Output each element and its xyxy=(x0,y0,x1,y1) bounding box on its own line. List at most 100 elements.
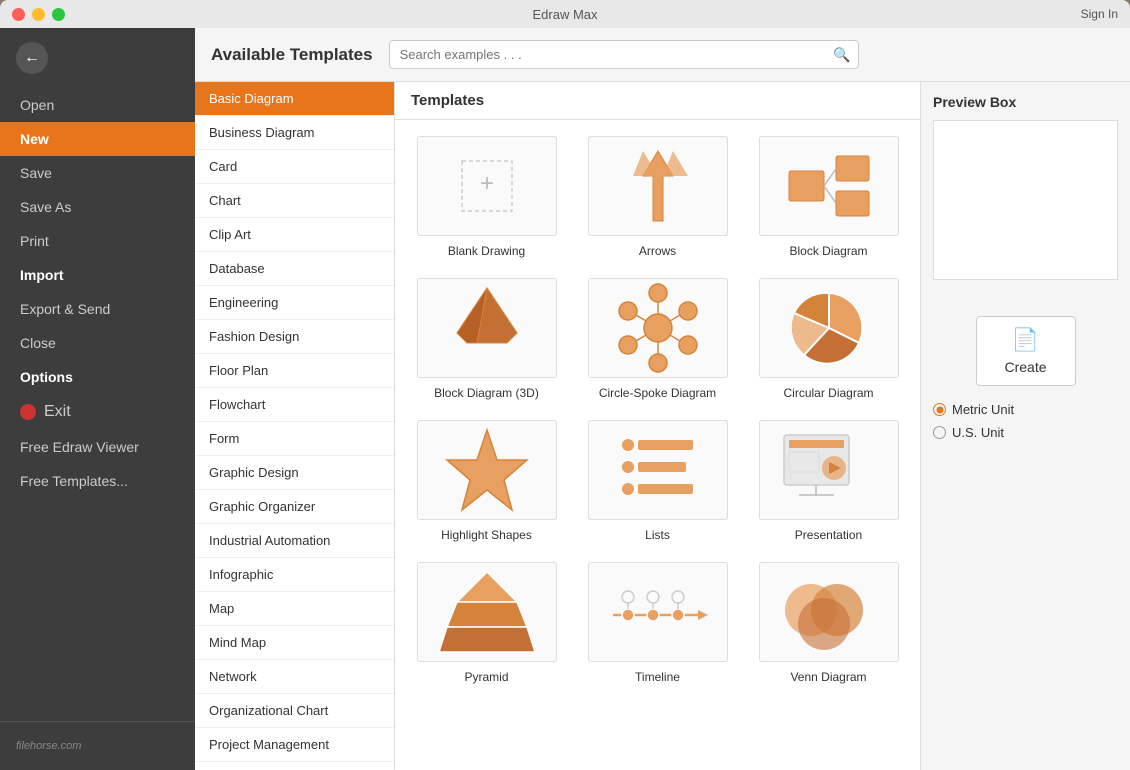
minimize-window-button[interactable] xyxy=(32,8,45,21)
category-item-graphic-design[interactable]: Graphic Design xyxy=(195,456,394,490)
category-item-mind-map[interactable]: Mind Map xyxy=(195,626,394,660)
category-item-chart[interactable]: Chart xyxy=(195,184,394,218)
category-item-form[interactable]: Form xyxy=(195,422,394,456)
template-label-highlight: Highlight Shapes xyxy=(441,528,532,542)
template-thumb-presentation xyxy=(759,420,899,520)
template-label-lists: Lists xyxy=(645,528,670,542)
preview-title: Preview Box xyxy=(933,94,1118,110)
category-item-map[interactable]: Map xyxy=(195,592,394,626)
template-thumb-circular xyxy=(759,278,899,378)
exit-icon xyxy=(20,404,36,420)
category-item-science[interactable]: Science xyxy=(195,762,394,770)
template-presentation[interactable]: Presentation xyxy=(753,420,904,542)
document-icon: 📄 xyxy=(1012,327,1039,353)
template-block-diagram-3d[interactable]: Block Diagram (3D) xyxy=(411,278,562,400)
back-button[interactable]: ← xyxy=(0,28,195,88)
back-circle-icon[interactable]: ← xyxy=(16,42,48,74)
category-item-clip-art[interactable]: Clip Art xyxy=(195,218,394,252)
template-pyramid[interactable]: Pyramid xyxy=(411,562,562,684)
search-bar: 🔍 xyxy=(389,40,859,69)
template-thumb-block3d xyxy=(417,278,557,378)
filehorse-logo: filehorse.com xyxy=(0,732,195,760)
sidebar-item-options[interactable]: Options xyxy=(0,360,195,394)
category-item-organizational-chart[interactable]: Organizational Chart xyxy=(195,694,394,728)
category-item-flowchart[interactable]: Flowchart xyxy=(195,388,394,422)
template-label-arrows: Arrows xyxy=(639,244,676,258)
category-item-network[interactable]: Network xyxy=(195,660,394,694)
template-thumb-venn xyxy=(759,562,899,662)
close-window-button[interactable] xyxy=(12,8,25,21)
template-label-block: Block Diagram xyxy=(789,244,867,258)
category-item-business-diagram[interactable]: Business Diagram xyxy=(195,116,394,150)
sidebar-item-open[interactable]: Open xyxy=(0,88,195,122)
sidebar-item-new[interactable]: New xyxy=(0,122,195,156)
template-circular-diagram[interactable]: Circular Diagram xyxy=(753,278,904,400)
template-highlight-shapes[interactable]: Highlight Shapes xyxy=(411,420,562,542)
us-label: U.S. Unit xyxy=(952,425,1004,440)
exit-label: Exit xyxy=(44,403,71,421)
template-label-venn: Venn Diagram xyxy=(790,670,866,684)
template-thumb-highlight xyxy=(417,420,557,520)
us-radio[interactable] xyxy=(933,426,946,439)
sidebar-item-save-as[interactable]: Save As xyxy=(0,190,195,224)
template-label-block3d: Block Diagram (3D) xyxy=(434,386,539,400)
sidebar-item-free-edraw[interactable]: Free Edraw Viewer xyxy=(0,430,195,464)
category-list: Basic Diagram Business Diagram Card Char… xyxy=(195,82,395,770)
category-item-graphic-organizer[interactable]: Graphic Organizer xyxy=(195,490,394,524)
template-lists[interactable]: Lists xyxy=(582,420,733,542)
sidebar-item-free-templates[interactable]: Free Templates... xyxy=(0,464,195,498)
template-circle-spoke[interactable]: Circle-Spoke Diagram xyxy=(582,278,733,400)
metric-unit-option[interactable]: Metric Unit xyxy=(933,402,1118,417)
window-controls[interactable] xyxy=(12,8,65,21)
preview-box xyxy=(933,120,1118,280)
app-title: Edraw Max xyxy=(532,7,597,22)
search-input[interactable] xyxy=(389,40,859,69)
sidebar-item-import[interactable]: Import xyxy=(0,258,195,292)
category-item-industrial-automation[interactable]: Industrial Automation xyxy=(195,524,394,558)
templates-main: Templates + Blank Drawing xyxy=(395,82,920,770)
sidebar: ← Open New Save Save As Print Import Exp… xyxy=(0,28,195,770)
template-thumb-timeline xyxy=(588,562,728,662)
title-bar: Edraw Max Sign In xyxy=(0,0,1130,28)
metric-radio[interactable] xyxy=(933,403,946,416)
templates-area: Basic Diagram Business Diagram Card Char… xyxy=(195,82,1130,770)
us-unit-option[interactable]: U.S. Unit xyxy=(933,425,1118,440)
category-item-card[interactable]: Card xyxy=(195,150,394,184)
template-timeline[interactable]: Timeline xyxy=(582,562,733,684)
template-thumb-block xyxy=(759,136,899,236)
template-thumb-lists xyxy=(588,420,728,520)
category-item-infographic[interactable]: Infographic xyxy=(195,558,394,592)
sidebar-item-exit[interactable]: Exit xyxy=(0,394,195,430)
sidebar-item-close[interactable]: Close xyxy=(0,326,195,360)
category-item-basic-diagram[interactable]: Basic Diagram xyxy=(195,82,394,116)
template-label-presentation: Presentation xyxy=(795,528,862,542)
search-icon: 🔍 xyxy=(833,46,850,63)
sidebar-menu: Open New Save Save As Print Import Expor… xyxy=(0,88,195,721)
template-thumb-arrows xyxy=(588,136,728,236)
template-label-circlespoke: Circle-Spoke Diagram xyxy=(599,386,716,400)
template-thumb-blank: + xyxy=(417,136,557,236)
preview-panel: Preview Box 📄 Create Metric Unit U xyxy=(920,82,1130,770)
template-thumb-pyramid xyxy=(417,562,557,662)
main-header: Available Templates 🔍 xyxy=(195,28,1130,82)
templates-grid: + Blank Drawing xyxy=(411,136,904,684)
templates-header: Templates xyxy=(395,82,920,120)
template-arrows[interactable]: Arrows xyxy=(582,136,733,258)
template-blank-drawing[interactable]: + Blank Drawing xyxy=(411,136,562,258)
template-venn[interactable]: Venn Diagram xyxy=(753,562,904,684)
metric-label: Metric Unit xyxy=(952,402,1014,417)
category-item-engineering[interactable]: Engineering xyxy=(195,286,394,320)
maximize-window-button[interactable] xyxy=(52,8,65,21)
category-item-fashion-design[interactable]: Fashion Design xyxy=(195,320,394,354)
sidebar-item-save[interactable]: Save xyxy=(0,156,195,190)
category-item-floor-plan[interactable]: Floor Plan xyxy=(195,354,394,388)
category-item-database[interactable]: Database xyxy=(195,252,394,286)
create-button[interactable]: 📄 Create xyxy=(976,316,1076,386)
sidebar-item-export-send[interactable]: Export & Send xyxy=(0,292,195,326)
sign-in-button[interactable]: Sign In xyxy=(1081,7,1118,21)
sidebar-item-print[interactable]: Print xyxy=(0,224,195,258)
category-item-project-management[interactable]: Project Management xyxy=(195,728,394,762)
svg-text:+: + xyxy=(479,170,493,197)
template-block-diagram[interactable]: Block Diagram xyxy=(753,136,904,258)
unit-options: Metric Unit U.S. Unit xyxy=(933,402,1118,440)
